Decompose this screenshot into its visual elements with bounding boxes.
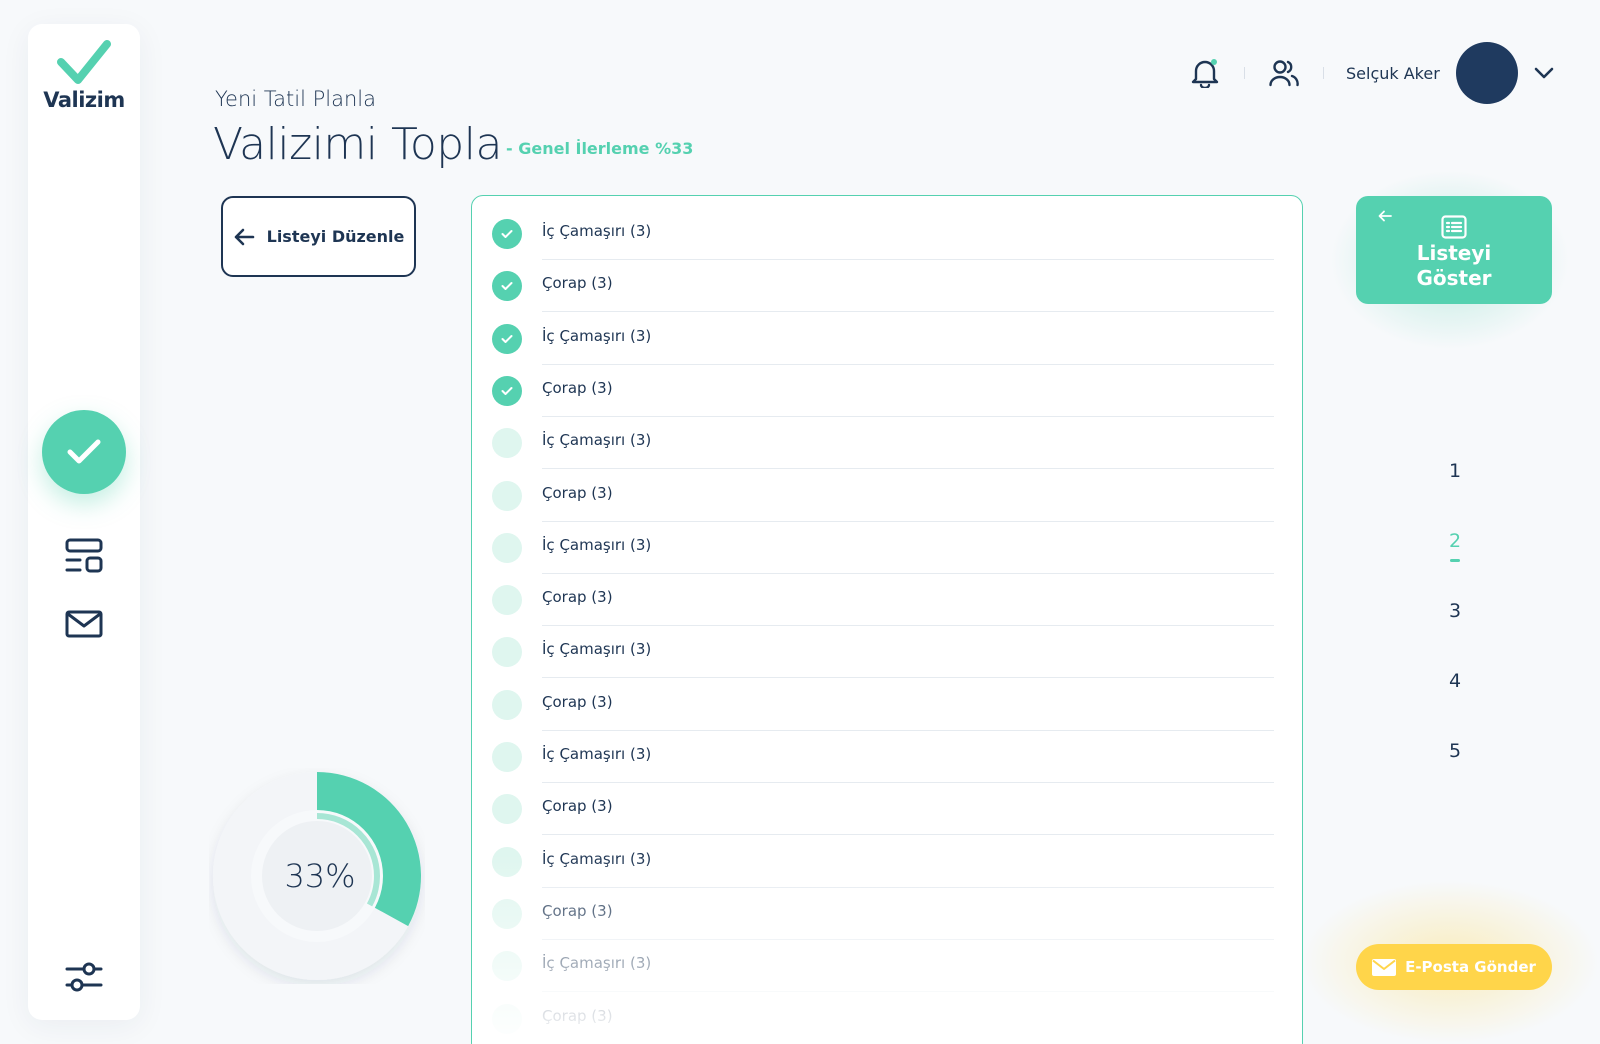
checklist-item[interactable]: İç Çamaşırı (3) [472,836,1302,888]
checkbox-unchecked[interactable] [492,1003,522,1034]
show-list-button[interactable]: Listeyi Göster [1356,196,1552,304]
checkbox-checked[interactable] [492,323,522,354]
checklist-item[interactable]: İç Çamaşırı (3) [472,417,1302,470]
checkbox-unchecked[interactable] [492,898,522,929]
page-4[interactable]: 4 [1430,670,1480,692]
checklist-item[interactable]: Çorap (3) [472,888,1302,940]
page-3[interactable]: 3 [1430,600,1480,622]
checklist-item-label: Çorap (3) [542,797,613,816]
checkbox-checked[interactable] [492,271,522,302]
packing-checklist: İç Çamaşırı (3) Çorap (3) İç Çamaşırı (3) Ç… [471,195,1303,1044]
arrow-left-icon [1378,210,1392,222]
checklist-item-label: İç Çamaşırı (3) [542,954,652,973]
checkbox-unchecked[interactable] [492,585,522,616]
checklist-item-label: Çorap (3) [542,588,613,607]
checklist-item-label: Çorap (3) [542,274,613,293]
user-toolbar: Selçuk Aker [1188,42,1554,104]
notifications-button[interactable] [1188,56,1222,90]
check-icon [501,230,513,238]
send-email-label: E-Posta Gönder [1405,958,1536,976]
divider [1323,67,1324,79]
check-icon [67,439,101,464]
checklist-item-label: İç Çamaşırı (3) [542,326,652,345]
show-list-label: Listeyi Göster [1416,241,1492,290]
divider [1244,67,1245,79]
checkbox-checked[interactable] [492,375,522,406]
checklist-item-label: İç Çamaşırı (3) [542,849,652,868]
checklist-item[interactable]: İç Çamaşırı (3) [472,522,1302,574]
page-5[interactable]: 5 [1430,740,1480,762]
progress-donut: 33% [209,768,425,984]
checkbox-unchecked[interactable] [492,689,522,720]
sidebar-item-mail[interactable] [64,604,104,644]
checklist-item[interactable]: Çorap (3) [472,260,1302,313]
checklist-item-label: Çorap (3) [542,901,613,920]
checklist-item-label: Çorap (3) [542,1006,613,1025]
sidebar-item-layout[interactable] [64,536,104,576]
page-subtitle: Yeni Tatil Planla [215,87,376,111]
checklist-item-label: İç Çamaşırı (3) [542,745,652,763]
checklist-item-label: İç Çamaşırı (3) [542,535,652,554]
envelope-icon [1372,958,1397,976]
users-button[interactable] [1267,56,1301,90]
checklist-item-label: Çorap (3) [542,378,613,397]
checkbox-unchecked[interactable] [492,794,522,825]
edit-list-label: Listeyi Düzenle [266,227,405,246]
check-icon [501,282,513,291]
checklist-item[interactable]: Çorap (3) [472,993,1302,1044]
checklist-item-label: İç Çamaşırı (3) [542,640,652,659]
checkbox-checked[interactable] [492,219,522,249]
check-icon [501,334,513,343]
checklist-item-label: İç Çamaşırı (3) [542,431,652,450]
checkbox-unchecked[interactable] [492,480,522,511]
logo-text: Valizim [43,88,125,112]
checklist-item[interactable]: Çorap (3) [472,470,1302,522]
page-1[interactable]: 1 [1430,460,1480,482]
page-2[interactable]: 2 [1430,530,1480,562]
checkbox-unchecked[interactable] [492,532,522,563]
avatar[interactable] [1455,42,1518,104]
checkbox-unchecked[interactable] [492,637,522,668]
checklist-item[interactable]: İç Çamaşırı (3) [472,208,1302,260]
sliders-icon [65,962,103,992]
checklist-item[interactable]: İç Çamaşırı (3) [472,940,1302,993]
sidebar: Valizim [28,24,140,1020]
checklist-item[interactable]: İç Çamaşırı (3) [472,313,1302,365]
checklist-item-label: İç Çamaşırı (3) [542,222,652,240]
list-icon [1441,215,1467,239]
checkbox-unchecked[interactable] [492,846,522,877]
checklist-item[interactable]: İç Çamaşırı (3) [472,626,1302,679]
checklist-item[interactable]: Çorap (3) [472,783,1302,836]
layout-icon [65,538,103,573]
checklist-item[interactable]: Çorap (3) [472,365,1302,417]
sidebar-item-checklist[interactable] [42,410,126,494]
mail-icon [65,610,103,638]
chevron-down-icon [1534,67,1554,79]
checklist-item-label: Çorap (3) [542,692,613,711]
checkbox-unchecked[interactable] [492,951,522,982]
notification-dot [1211,59,1217,65]
user-name[interactable]: Selçuk Aker [1346,64,1440,83]
logo-check-icon [57,40,111,84]
edit-list-button[interactable]: Listeyi Düzenle [221,196,416,277]
checklist-item[interactable]: Çorap (3) [472,679,1302,731]
checklist-item[interactable]: Çorap (3) [472,574,1302,627]
logo[interactable]: Valizim [28,40,140,112]
user-menu-toggle[interactable] [1534,67,1554,79]
checklist-item[interactable]: İç Çamaşırı (3) [472,731,1302,783]
send-email-button[interactable]: E-Posta Gönder [1356,944,1552,990]
sidebar-item-settings[interactable] [64,957,104,997]
users-icon [1269,60,1299,87]
progress-percent: 33% [284,857,356,895]
checkbox-unchecked[interactable] [492,742,522,772]
arrow-left-icon [234,228,254,245]
page-title: Valizimi Topla [213,119,502,170]
overall-progress-text: - Genel İlerleme %33 [506,139,694,158]
check-icon [501,386,513,395]
checkbox-unchecked[interactable] [492,428,522,459]
checklist-item-label: Çorap (3) [542,483,613,502]
